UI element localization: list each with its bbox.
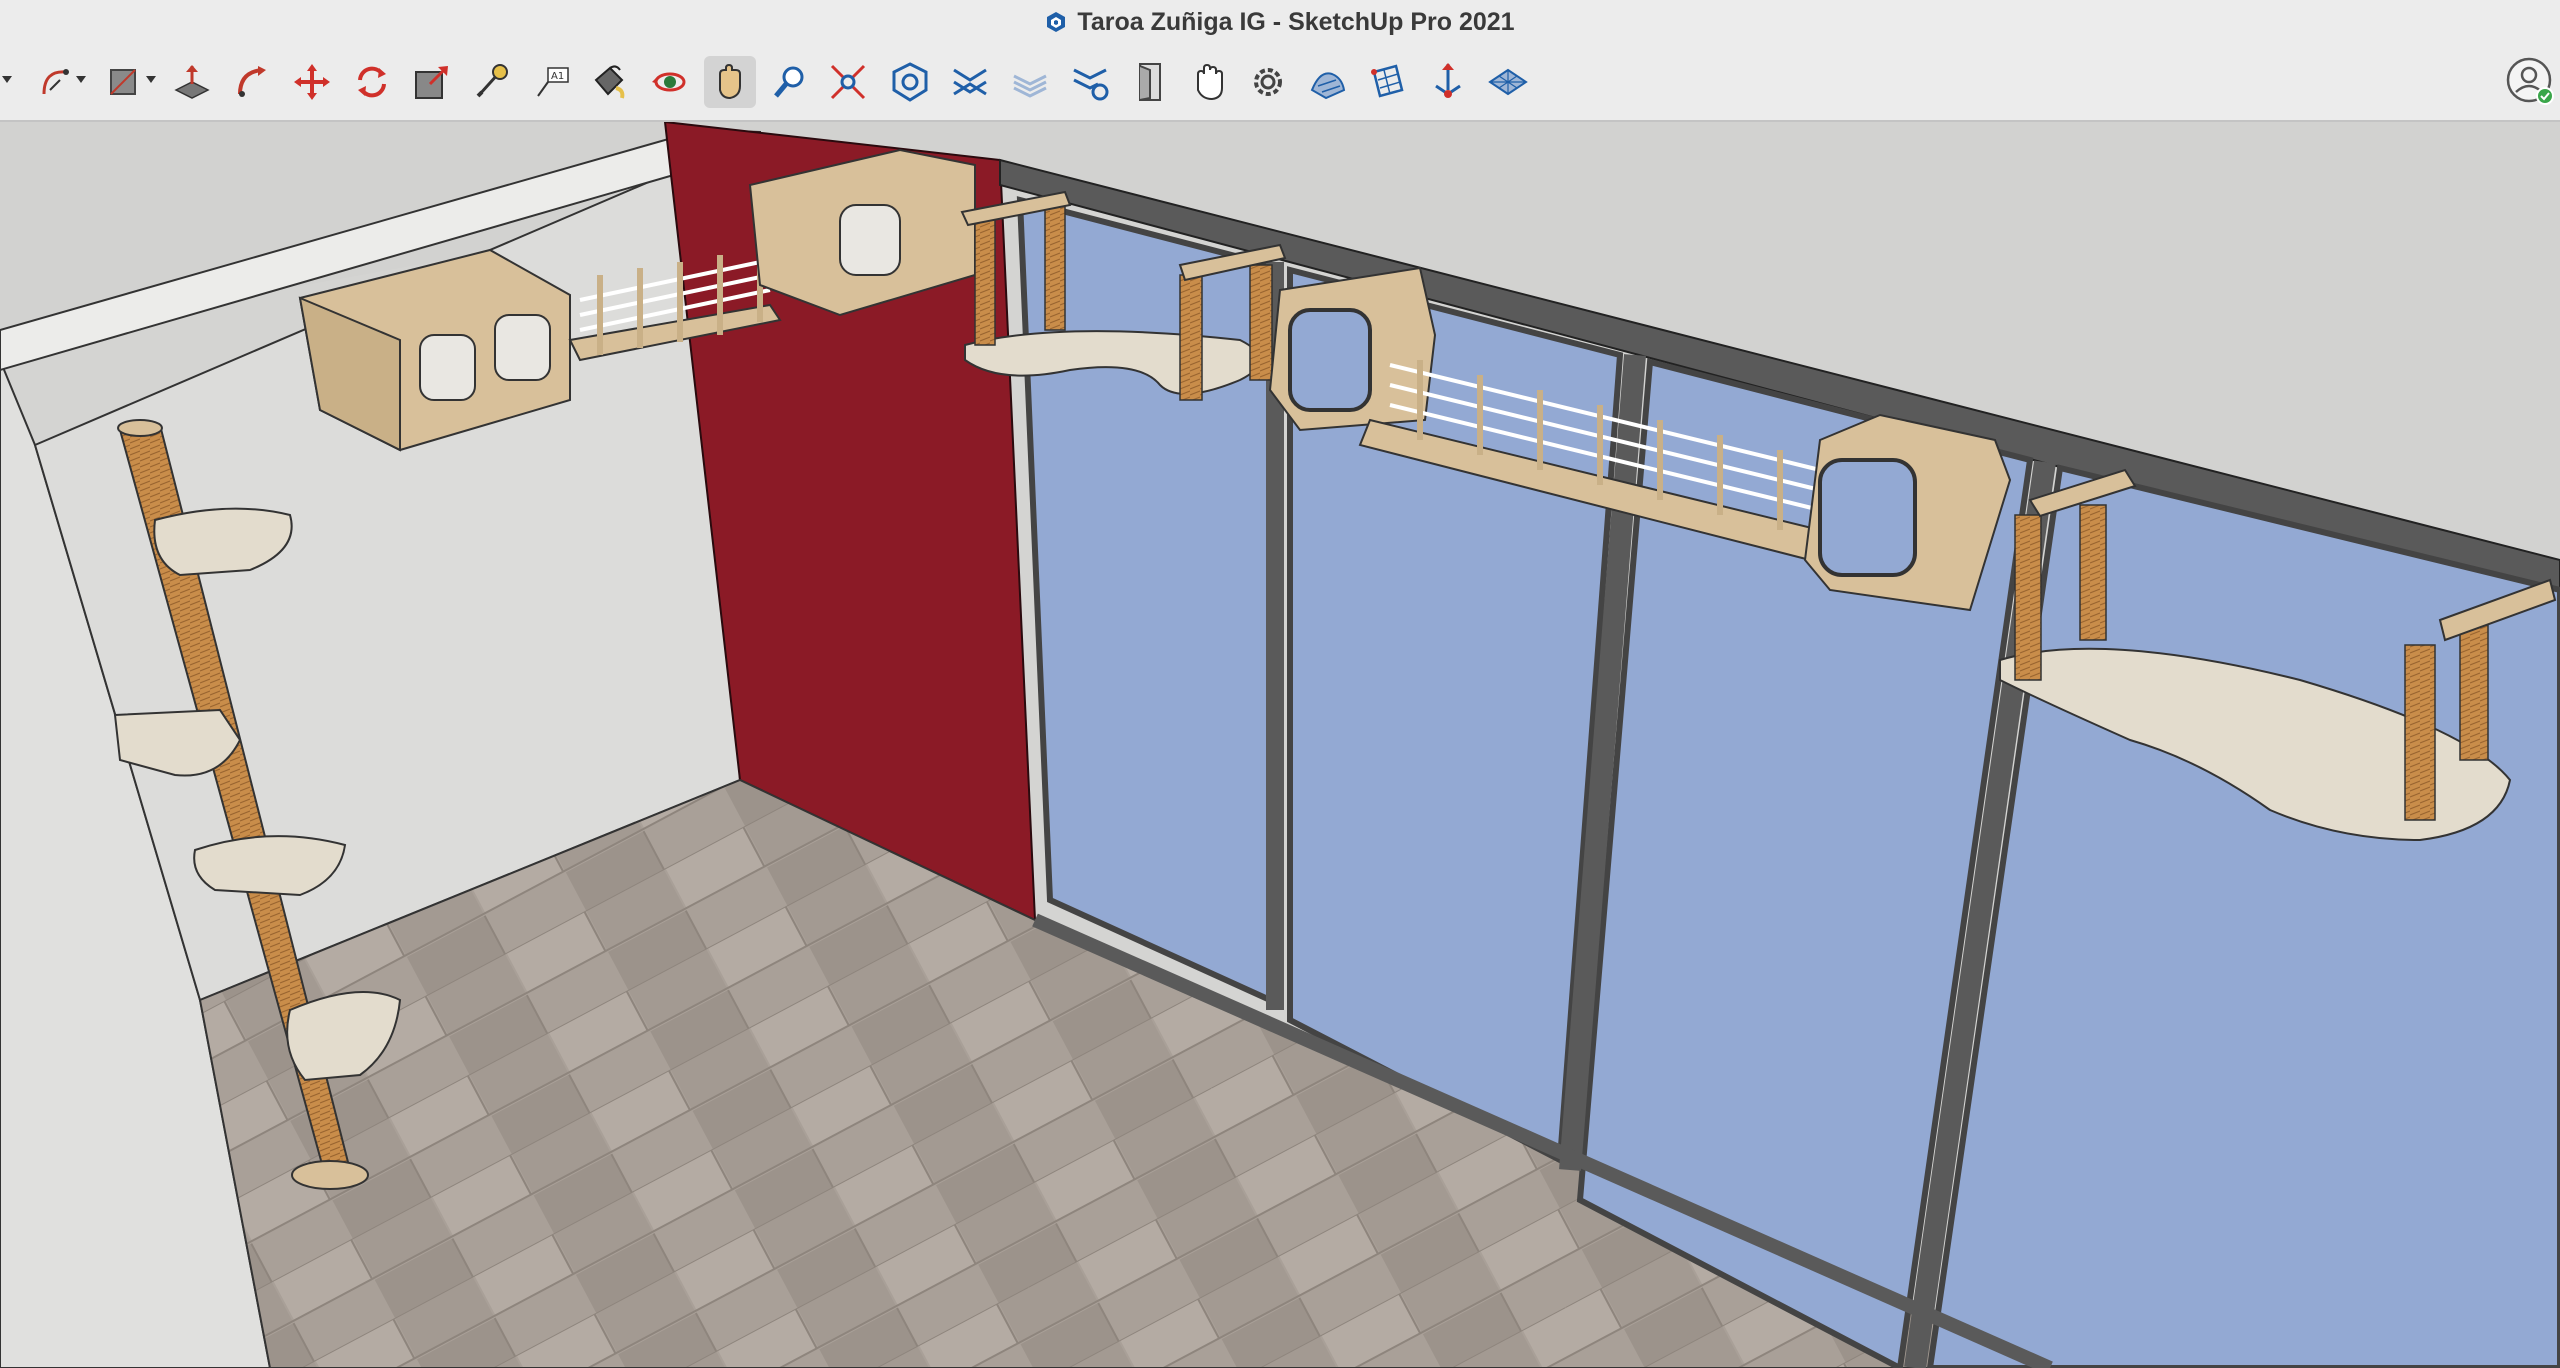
- settings-gear-icon: [1254, 68, 1282, 96]
- door-button[interactable]: [1124, 56, 1176, 108]
- shape-dropdown-caret-icon[interactable]: [146, 76, 156, 83]
- pan-icon: [719, 63, 741, 100]
- sketchup-logo-icon: [1047, 12, 1066, 32]
- layout-button[interactable]: [1004, 56, 1056, 108]
- orbit-icon: [652, 72, 686, 92]
- tape-measure-icon: [476, 64, 508, 98]
- push-pull-icon: [174, 65, 210, 99]
- rotate-button[interactable]: [346, 56, 398, 108]
- 3d-warehouse-button[interactable]: [884, 56, 936, 108]
- door-icon: [1139, 63, 1161, 101]
- terrain-grid-icon: [1488, 68, 1528, 96]
- move-icon: [294, 64, 330, 100]
- extension-manager-button[interactable]: [1064, 56, 1116, 108]
- extension-warehouse-button[interactable]: [944, 56, 996, 108]
- orbit-button[interactable]: [644, 56, 696, 108]
- follow-me-button[interactable]: [226, 56, 278, 108]
- paint-bucket-button[interactable]: [582, 56, 634, 108]
- sandbox-from-contours-icon: [1310, 72, 1346, 100]
- hand-icon: [1197, 63, 1223, 101]
- section-plane-button[interactable]: [1362, 56, 1414, 108]
- axes-icon: [1435, 63, 1461, 98]
- layout-icon: [1013, 74, 1047, 98]
- 3d-model-viewport[interactable]: [0, 122, 2560, 1368]
- scale-icon: [415, 66, 448, 99]
- move-button[interactable]: [286, 56, 338, 108]
- svg-text:A1: A1: [551, 71, 564, 82]
- cat-frame-cube-2: [1803, 413, 2012, 612]
- arc-dropdown-caret-icon[interactable]: [76, 76, 86, 83]
- shape-tool-button[interactable]: [98, 56, 150, 108]
- extension-manager-icon: [1073, 68, 1109, 101]
- zoom-button[interactable]: [764, 56, 816, 108]
- paint-bucket-icon: [594, 65, 625, 99]
- push-pull-button[interactable]: [166, 56, 218, 108]
- window-titlebar: Taroa Zuñiga IG - SketchUp Pro 2021: [0, 0, 2560, 44]
- extension-warehouse-icon: [953, 68, 987, 96]
- zoom-extents-icon: [830, 64, 866, 100]
- settings-button[interactable]: [1242, 56, 1294, 108]
- tape-measure-button[interactable]: [466, 56, 518, 108]
- terrain-grid-button[interactable]: [1482, 56, 1534, 108]
- user-account-icon[interactable]: [2505, 56, 2555, 106]
- pan-button[interactable]: [704, 56, 756, 108]
- window-title: Taroa Zuñiga IG - SketchUp Pro 2021: [1077, 7, 1515, 36]
- text-tool-button[interactable]: A1: [526, 56, 578, 108]
- section-plane-icon: [1371, 64, 1404, 98]
- rotate-icon: [358, 66, 386, 98]
- shape-tool-icon: [110, 69, 136, 95]
- zoom-icon: [774, 66, 804, 98]
- follow-me-icon: [238, 66, 266, 97]
- arc-tool-icon: [42, 69, 69, 95]
- select-dropdown-caret-icon[interactable]: [2, 76, 12, 83]
- zoom-extents-button[interactable]: [822, 56, 874, 108]
- hand-button[interactable]: [1182, 56, 1234, 108]
- 3d-warehouse-icon: [892, 62, 928, 102]
- text-tool-icon: A1: [537, 67, 569, 97]
- cat-frame-cube-1: [1268, 266, 1437, 432]
- sandbox-button[interactable]: [1302, 56, 1354, 108]
- axes-button[interactable]: [1422, 56, 1474, 108]
- scale-button[interactable]: [406, 56, 458, 108]
